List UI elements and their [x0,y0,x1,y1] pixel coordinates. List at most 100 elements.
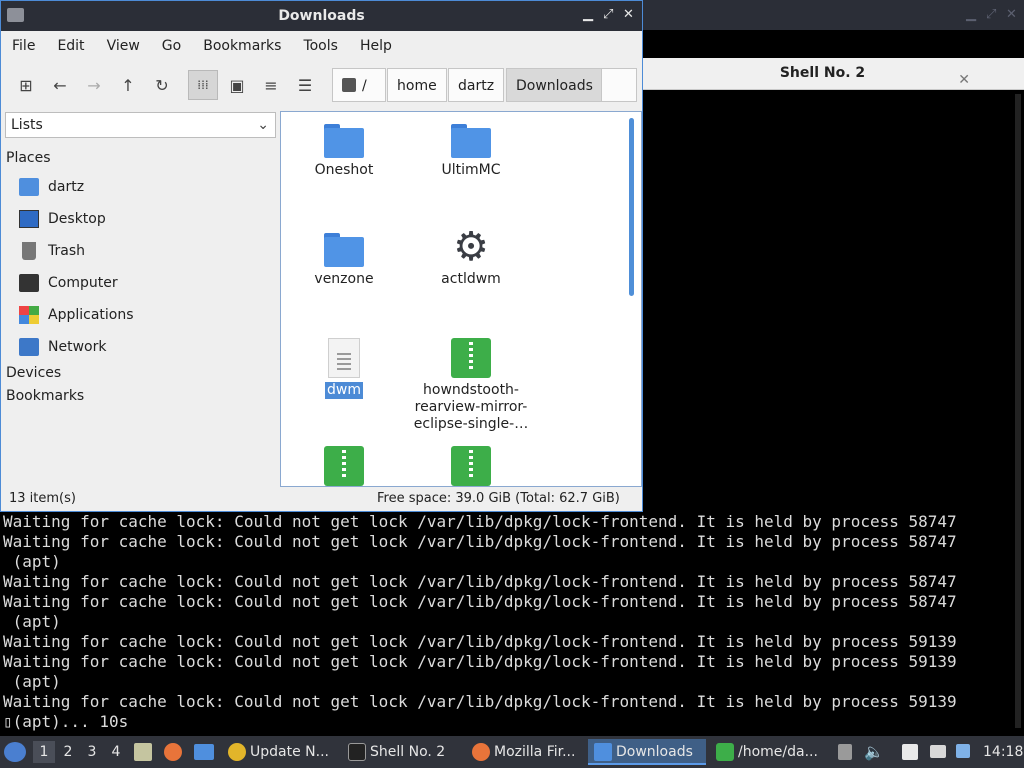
file-item-label: howndstooth- rearview-mirror- eclipse-si… [414,382,528,433]
path-segment-home[interactable]: home [387,68,447,102]
up-button[interactable]: ↑ [113,70,143,100]
file-item-label-line: eclipse-single-… [413,416,529,432]
forward-button[interactable]: → [79,70,109,100]
menu-help[interactable]: Help [349,31,403,61]
menu-edit[interactable]: Edit [46,31,95,61]
status-free-space: Free space: 39.0 GiB (Total: 62.7 GiB) [377,491,620,506]
sidebar-item-label: Trash [48,243,85,259]
file-item-oneshot[interactable]: Oneshot [284,122,404,179]
display-icon[interactable] [930,745,946,758]
file-view-scrollbar[interactable] [629,118,634,296]
file-item-ultimmc[interactable]: UltimMC [411,122,531,179]
sidebar-item-trash[interactable]: Trash [19,237,269,265]
chevron-down-icon: ⌄ [257,117,269,133]
back-button[interactable]: ← [45,70,75,100]
sidebar-item-dartz[interactable]: dartz [19,173,269,201]
image-icon: ▣ [229,75,245,95]
sidebar-item-applications[interactable]: Applications [19,301,269,329]
archive-icon [451,338,491,378]
firefox-icon [472,743,490,761]
reload-icon: ↻ [155,75,169,95]
terminal-scrollbar[interactable] [1015,94,1021,728]
terminal-tab-title: Shell No. 2 [779,65,866,81]
firefox-launcher-icon[interactable] [164,743,182,761]
file-item-venzone[interactable]: venzone [284,231,404,288]
workspace-2[interactable]: 2 [57,741,79,763]
sidebar-item-label: Computer [48,275,118,291]
file-view[interactable]: Oneshot UltimMC venzone ⚙ actldwm dwm ho… [280,111,642,487]
detailed-view-button[interactable]: ☰ [290,70,320,100]
workspace-1[interactable]: 1 [33,741,55,763]
clipboard-icon[interactable] [838,744,852,760]
minimize-icon[interactable]: ▁ [583,7,593,22]
file-manager-titlebar[interactable]: Downloads ▁ ⤢ ✕ [1,1,642,31]
folder-icon [324,122,364,158]
compact-view-button[interactable]: ≡ [256,70,286,100]
close-icon[interactable]: ✕ [623,7,634,22]
window-title: Downloads [278,8,365,24]
file-item-houndstooth-archive[interactable]: howndstooth- rearview-mirror- eclipse-si… [411,338,531,433]
path-segment-dartz[interactable]: dartz [448,68,505,102]
file-item-archive[interactable] [411,446,531,486]
grid-icon: ⁞⁞⁞ [197,78,209,92]
maximize-icon[interactable]: ⤢ [603,7,613,22]
notes-icon[interactable] [902,744,918,760]
new-tab-button[interactable]: ⊞ [11,70,41,100]
home-folder-icon [19,178,39,196]
sidebar-bookmarks-heading[interactable]: Bookmarks [6,388,84,404]
desktop-icon [19,210,39,228]
file-item-label: Oneshot [314,162,374,178]
thumbnail-view-button[interactable]: ▣ [222,70,252,100]
close-icon[interactable]: ✕ [1006,7,1017,22]
file-manager-launcher-icon[interactable] [134,743,152,761]
reload-button[interactable]: ↻ [147,70,177,100]
workspace-3[interactable]: 3 [81,741,103,763]
path-root-button[interactable]: / [332,68,386,102]
start-menu-icon[interactable] [4,742,26,762]
file-item-dwm[interactable]: dwm [284,338,404,399]
menu-go[interactable]: Go [151,31,192,61]
terminal-tab[interactable]: Shell No. 2 ✕ [645,58,1000,89]
maximize-icon[interactable]: ⤢ [986,7,996,22]
archive-icon [324,446,364,486]
folder-icon [594,743,612,761]
sidebar-item-desktop[interactable]: Desktop [19,205,269,233]
folder-launcher-icon[interactable] [194,744,214,760]
network-status-icon[interactable] [956,744,970,758]
sidebar-item-label: Desktop [48,211,106,227]
computer-icon [19,274,39,292]
path-segment-downloads[interactable]: Downloads [506,68,603,102]
trash-icon [22,242,36,260]
sidebar-item-label: dartz [48,179,85,195]
menu-file[interactable]: File [1,31,46,61]
task-label: /home/da... [738,744,818,760]
arrow-right-icon: → [87,75,101,95]
gear-icon: ⚙ [453,224,489,270]
file-item-actldwm[interactable]: ⚙ actldwm [411,227,531,288]
volume-icon[interactable]: 🔈 [864,736,884,768]
sidebar-item-computer[interactable]: Computer [19,269,269,297]
list-icon: ≡ [264,75,278,95]
path-spacer [601,68,637,102]
task-label: Mozilla Fir... [494,744,576,760]
sidebar-mode-value: Lists [11,117,43,133]
archive-icon [451,446,491,486]
menu-bookmarks[interactable]: Bookmarks [192,31,292,61]
new-tab-icon: ⊞ [19,75,33,95]
task-downloads[interactable]: Downloads [588,739,706,765]
task-home-archive[interactable]: /home/da... [710,739,856,765]
file-item-label: venzone [314,271,374,287]
minimize-icon[interactable]: ▁ [966,7,976,22]
menu-tools[interactable]: Tools [292,31,349,61]
file-item-archive[interactable] [284,446,404,486]
sidebar-mode-select[interactable]: Lists ⌄ [5,112,276,138]
sidebar-devices-heading[interactable]: Devices [6,365,61,381]
menu-view[interactable]: View [96,31,151,61]
clock[interactable]: 14:18 [983,736,1023,768]
sidebar-item-network[interactable]: Network [19,333,269,361]
file-item-label-line: howndstooth- [423,382,519,398]
sidebar-places-heading[interactable]: Places [6,150,51,166]
workspace-4[interactable]: 4 [105,741,127,763]
icon-view-button[interactable]: ⁞⁞⁞ [188,70,218,100]
text-file-icon [328,338,360,378]
